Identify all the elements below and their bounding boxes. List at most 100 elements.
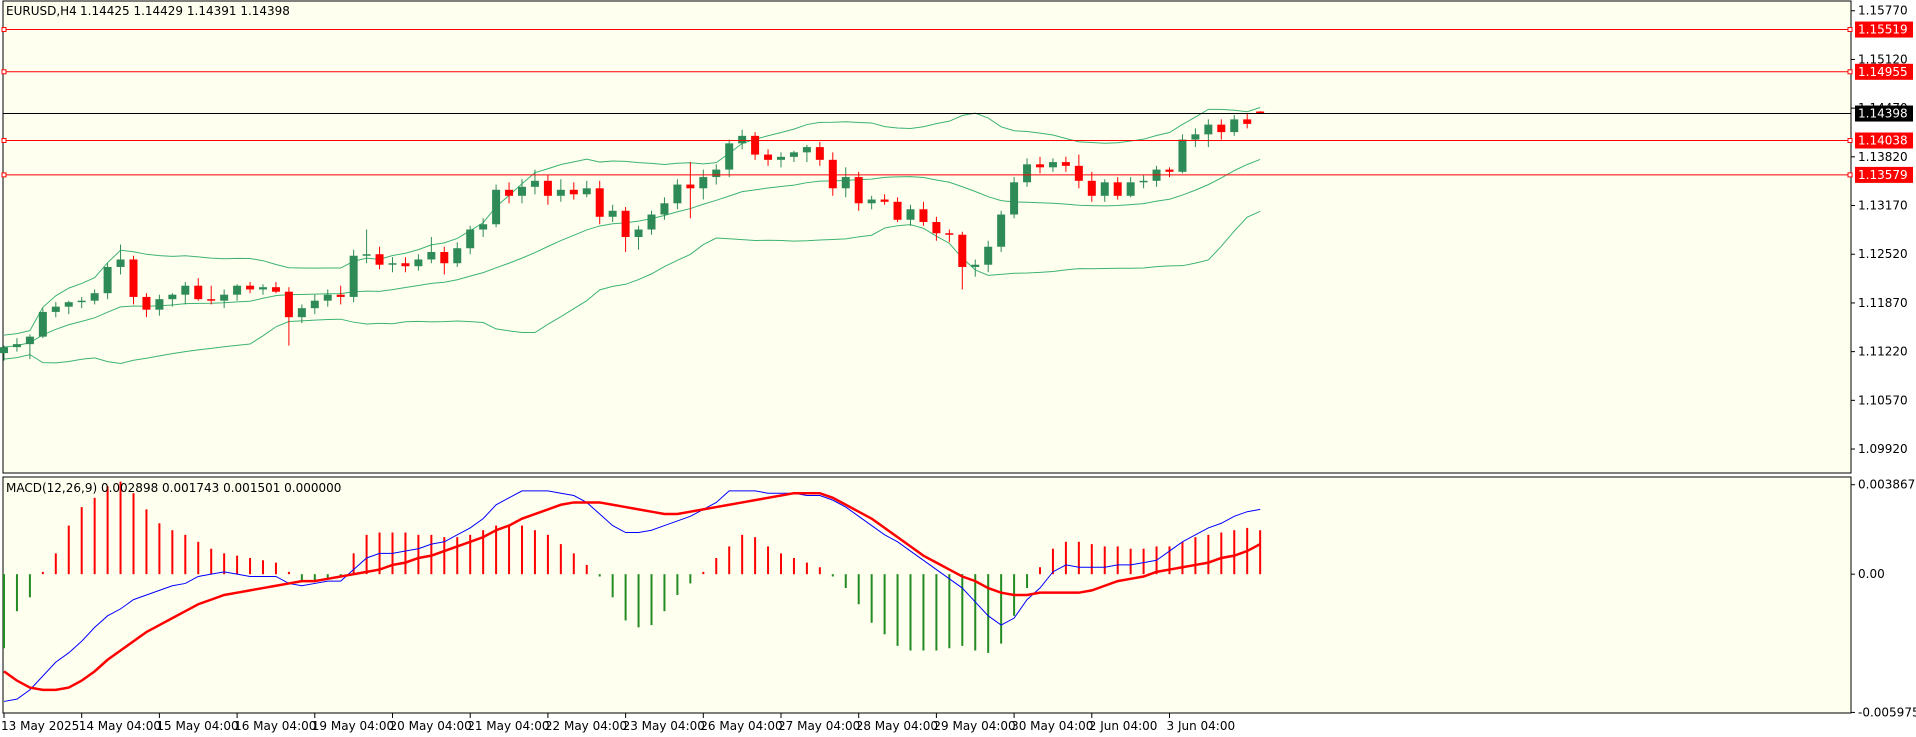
time-tick-label: 3 Jun 04:00 bbox=[1167, 719, 1236, 733]
candle-body bbox=[764, 154, 773, 160]
time-tick-label: 30 May 04:00 bbox=[1011, 719, 1093, 733]
candle-body bbox=[77, 300, 86, 303]
candle-body bbox=[815, 147, 824, 160]
candle-body bbox=[142, 296, 151, 310]
candle-body bbox=[1204, 124, 1213, 135]
candle-body bbox=[621, 210, 630, 237]
chart-symbol: EURUSD,H4 bbox=[6, 4, 77, 18]
candle-body bbox=[518, 186, 526, 196]
candle-body bbox=[1217, 124, 1226, 133]
candle-body bbox=[997, 214, 1006, 247]
candle-body bbox=[233, 285, 242, 295]
candle-body bbox=[932, 222, 941, 234]
candle-body bbox=[310, 300, 319, 309]
candle-body bbox=[738, 135, 747, 144]
macd-tick-label: 0.00 bbox=[1858, 567, 1885, 581]
price-label-text: 1.14038 bbox=[1858, 134, 1908, 148]
candle-body bbox=[777, 156, 785, 160]
level-handle-right[interactable] bbox=[1847, 172, 1853, 178]
candle-body bbox=[828, 159, 837, 189]
candle-body bbox=[686, 184, 695, 189]
candle-body bbox=[440, 251, 449, 264]
candle-body bbox=[116, 259, 125, 267]
macd-pane[interactable]: MACD(12,26,9) 0.002898 0.001743 0.001501… bbox=[2, 476, 1916, 719]
candle-body bbox=[427, 251, 436, 260]
candle-body bbox=[1113, 182, 1122, 196]
candle-body bbox=[608, 210, 617, 217]
price-tick-label: 1.11220 bbox=[1858, 345, 1908, 359]
candle-body bbox=[38, 311, 47, 337]
candle-body bbox=[595, 188, 604, 217]
candle-body bbox=[323, 294, 332, 301]
candle-body bbox=[971, 264, 980, 267]
macd-pane-frame bbox=[2, 476, 1852, 714]
price-label-text: 1.15519 bbox=[1858, 23, 1908, 37]
candle-body bbox=[1230, 119, 1239, 133]
candle-body bbox=[1061, 162, 1070, 166]
time-tick-label: 28 May 04:00 bbox=[856, 719, 938, 733]
candle-body bbox=[854, 177, 863, 204]
level-handle-left[interactable] bbox=[1, 138, 7, 144]
candle-body bbox=[919, 209, 928, 223]
level-handle-left[interactable] bbox=[1, 69, 7, 75]
candle-body bbox=[492, 189, 501, 225]
price-pane[interactable]: EURUSD,H4 1.14425 1.14429 1.14391 1.1439… bbox=[0, 0, 1913, 474]
candle-body bbox=[271, 287, 280, 292]
candle-body bbox=[207, 299, 216, 301]
candle-body bbox=[984, 246, 993, 265]
candle-body bbox=[1100, 182, 1109, 196]
candle-body bbox=[712, 169, 721, 178]
candle-body bbox=[1036, 164, 1044, 168]
price-tick-label: 1.12520 bbox=[1858, 247, 1908, 261]
level-handle-left[interactable] bbox=[1, 27, 7, 33]
candle-body bbox=[569, 189, 578, 195]
candle-body bbox=[103, 266, 112, 294]
candle-body bbox=[880, 199, 889, 202]
candle-body bbox=[414, 259, 423, 267]
time-tick-label: 14 May 04:00 bbox=[79, 719, 161, 733]
level-handle-right[interactable] bbox=[1847, 27, 1853, 33]
candle-body bbox=[1191, 134, 1200, 140]
candle-body bbox=[841, 177, 850, 189]
price-tick-label: 1.11870 bbox=[1858, 296, 1908, 310]
time-tick-label: 20 May 04:00 bbox=[390, 719, 472, 733]
candle-body bbox=[466, 229, 475, 249]
candle-body bbox=[90, 293, 99, 301]
level-handle-right[interactable] bbox=[1847, 138, 1853, 144]
candle-body bbox=[673, 184, 682, 204]
candle-body bbox=[660, 203, 669, 215]
candle-body bbox=[1165, 169, 1174, 172]
level-handle-left[interactable] bbox=[1, 172, 7, 178]
candle-body bbox=[297, 308, 306, 318]
candle-body bbox=[634, 229, 643, 237]
candle-body bbox=[802, 147, 811, 153]
time-tick-label: 21 May 04:00 bbox=[467, 719, 549, 733]
candle-body bbox=[181, 285, 190, 295]
level-handle-right[interactable] bbox=[1847, 69, 1853, 75]
candle-body bbox=[284, 291, 293, 318]
candle-body bbox=[906, 209, 915, 220]
time-tick-label: 27 May 04:00 bbox=[778, 719, 860, 733]
candle-body bbox=[401, 263, 410, 267]
chart-ohlc: 1.14425 1.14429 1.14391 1.14398 bbox=[80, 4, 290, 18]
candle-body bbox=[1139, 180, 1148, 183]
candle-body bbox=[751, 135, 760, 155]
candle-body bbox=[64, 302, 73, 307]
time-tick-label: 19 May 04:00 bbox=[312, 719, 394, 733]
candle-body bbox=[530, 180, 539, 187]
price-tick-label: 1.13820 bbox=[1858, 150, 1908, 164]
candle-body bbox=[945, 233, 954, 235]
time-tick-label: 16 May 04:00 bbox=[234, 719, 316, 733]
candle-body bbox=[453, 248, 462, 264]
price-tick-label: 1.10570 bbox=[1858, 393, 1908, 407]
candle-body bbox=[51, 306, 60, 312]
time-tick-label: 26 May 04:00 bbox=[700, 719, 782, 733]
candle-body bbox=[168, 294, 177, 300]
candle-body bbox=[867, 199, 876, 204]
trading-chart[interactable]: EURUSD,H4 1.14425 1.14429 1.14391 1.1439… bbox=[0, 0, 1916, 737]
candle-body bbox=[388, 263, 397, 265]
candle-body bbox=[349, 255, 358, 297]
candle-body bbox=[12, 344, 21, 348]
candle-body bbox=[362, 254, 371, 256]
candle-body bbox=[1126, 182, 1135, 196]
